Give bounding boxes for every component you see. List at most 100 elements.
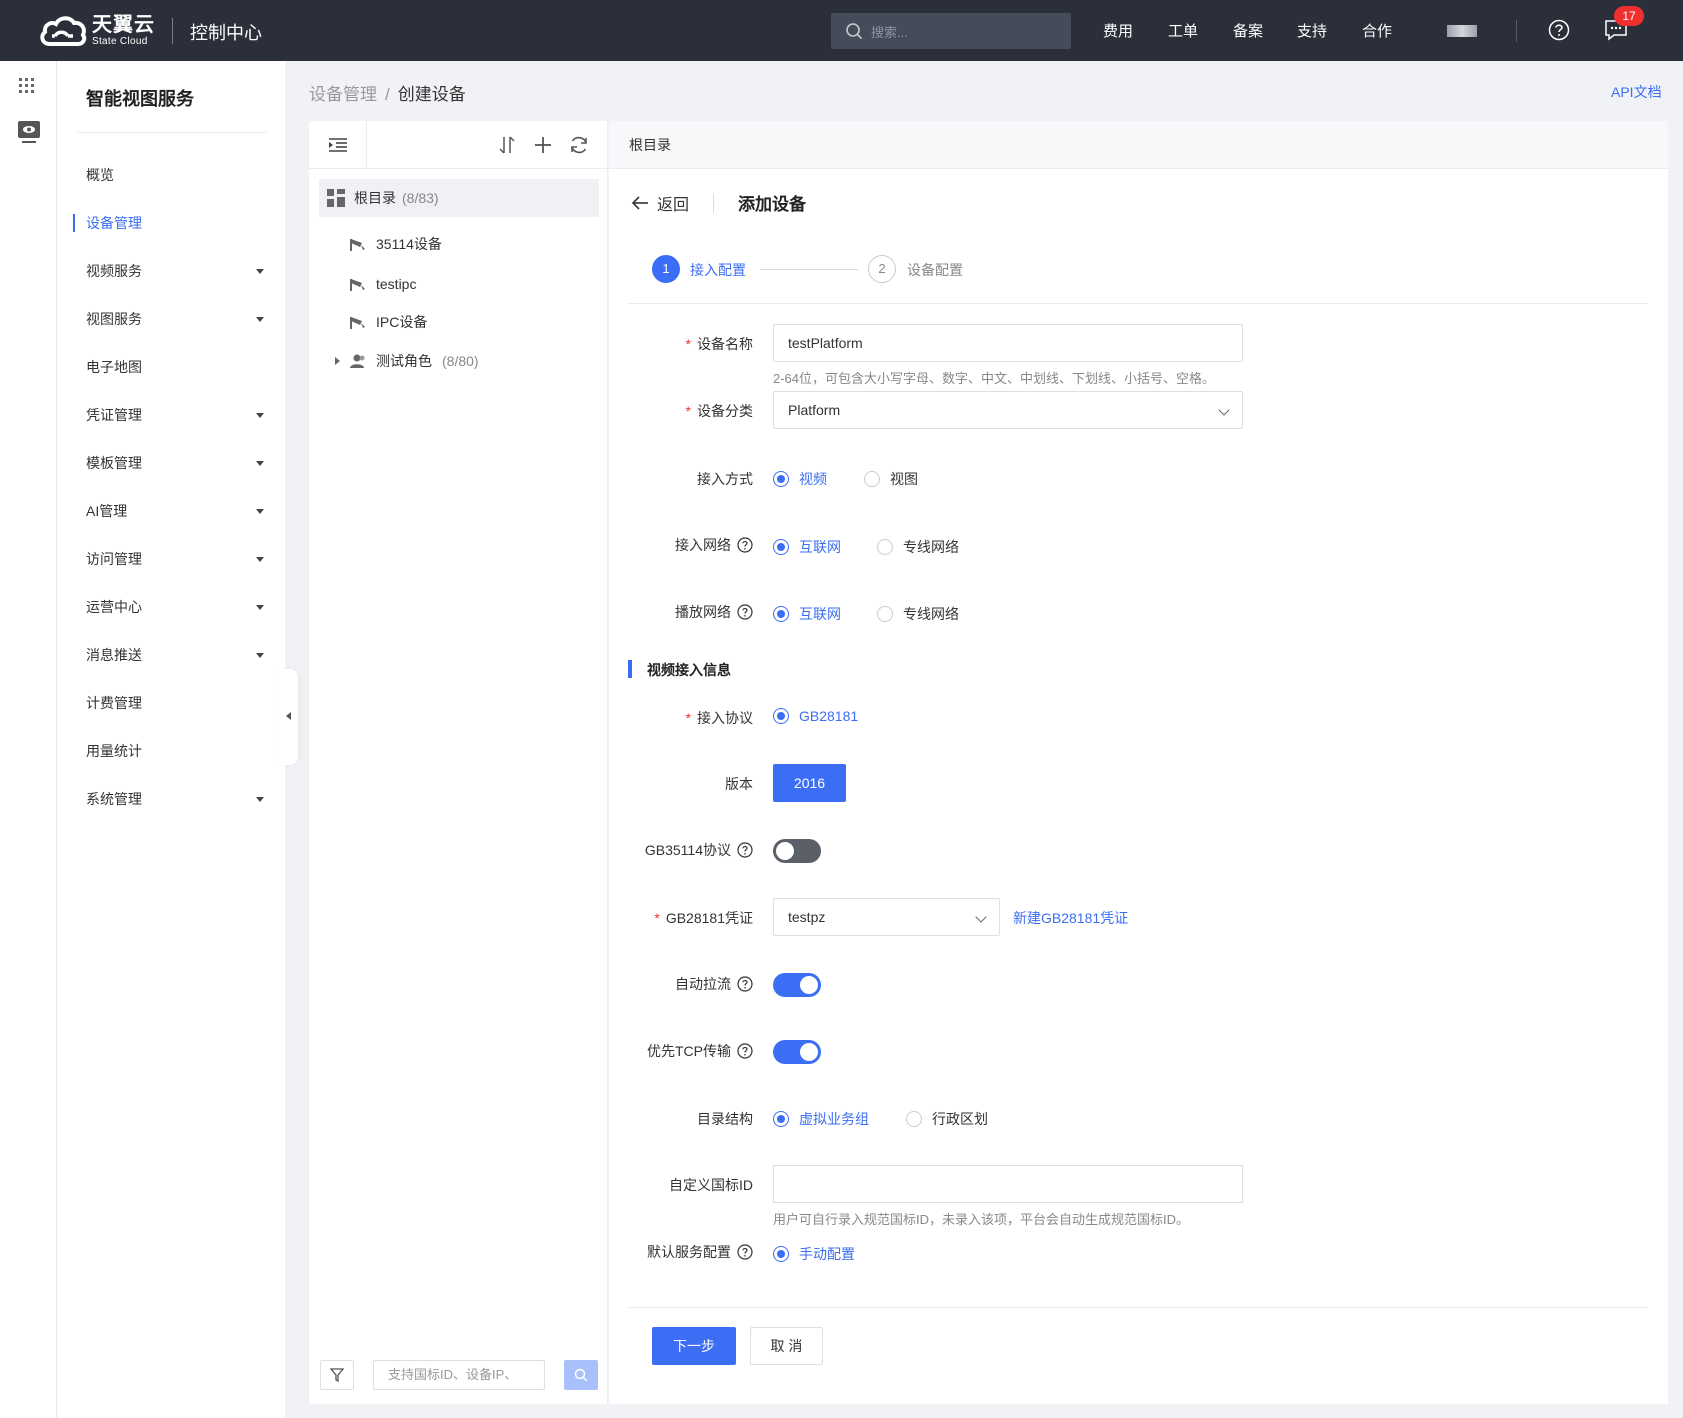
chevron-down-icon bbox=[1218, 404, 1230, 416]
user-account[interactable] bbox=[1447, 25, 1477, 37]
device-tree-panel: 根目录 (8/83) 35114设备 testipc IPC设备 测试角色 (8… bbox=[309, 121, 608, 1404]
play-network-internet-radio[interactable]: 互联网 bbox=[773, 604, 841, 624]
filter-icon bbox=[330, 1368, 344, 1382]
tree-filter-button[interactable] bbox=[320, 1360, 354, 1390]
nav-fees[interactable]: 费用 bbox=[1103, 20, 1133, 41]
top-bar: 天翼云 State Cloud 控制中心 搜索... 费用 工单 备案 支持 合… bbox=[0, 0, 1683, 61]
directory-virtual-group-radio[interactable]: 虚拟业务组 bbox=[773, 1109, 869, 1129]
tree-node-label: IPC设备 bbox=[376, 314, 428, 330]
default-service-manual-radio[interactable]: 手动配置 bbox=[773, 1244, 855, 1264]
add-icon[interactable] bbox=[534, 135, 552, 158]
nav-filing[interactable]: 备案 bbox=[1233, 20, 1263, 41]
sidebar-item-12[interactable]: 用量统计 bbox=[86, 739, 276, 763]
gb28181-credential-label: * GB28181凭证 bbox=[654, 910, 753, 926]
question-icon[interactable] bbox=[737, 1043, 753, 1059]
step-connector bbox=[760, 269, 858, 270]
tree-root-label: 根目录 bbox=[354, 190, 396, 206]
nav-support[interactable]: 支持 bbox=[1297, 20, 1327, 41]
directory-admin-region-radio[interactable]: 行政区划 bbox=[906, 1109, 988, 1129]
sidebar-item-4[interactable]: 电子地图 bbox=[86, 355, 276, 379]
nav-partner[interactable]: 合作 bbox=[1362, 20, 1392, 41]
access-mode-video-radio[interactable]: 视频 bbox=[773, 469, 827, 489]
back-button[interactable]: 返回 bbox=[631, 191, 689, 215]
sidebar-item-13[interactable]: 系统管理 bbox=[86, 787, 276, 811]
question-icon[interactable] bbox=[737, 842, 753, 858]
new-credential-link[interactable]: 新建GB28181凭证 bbox=[1013, 908, 1128, 928]
question-icon[interactable] bbox=[737, 604, 753, 620]
sidebar-item-9[interactable]: 运营中心 bbox=[86, 595, 276, 619]
sidebar-item-6[interactable]: 模板管理 bbox=[86, 451, 276, 475]
play-network-label: 播放网络 bbox=[613, 602, 753, 622]
sidebar-item-5[interactable]: 凭证管理 bbox=[86, 403, 276, 427]
tree-search-input[interactable]: 支持国标ID、设备IP、 bbox=[373, 1360, 545, 1390]
sidebar: 智能视图服务 概览设备管理视频服务视图服务电子地图凭证管理模板管理 AI管理访问管… bbox=[57, 61, 285, 1418]
tree-search-button[interactable] bbox=[564, 1360, 598, 1390]
sidebar-item-3[interactable]: 视图服务 bbox=[86, 307, 276, 331]
caret-down-icon bbox=[256, 557, 264, 562]
tree-node-testipc[interactable]: testipc bbox=[350, 273, 416, 295]
api-doc-link[interactable]: API文档 bbox=[1611, 82, 1662, 102]
version-2016-button[interactable]: 2016 bbox=[773, 764, 846, 802]
user-group-icon bbox=[350, 354, 365, 368]
breadcrumb: 设备管理 / 创建设备 bbox=[309, 80, 466, 105]
caret-down-icon bbox=[256, 605, 264, 610]
sidebar-item-11[interactable]: 计费管理 bbox=[86, 691, 276, 715]
device-name-input[interactable]: testPlatform bbox=[773, 324, 1243, 362]
play-network-private-radio[interactable]: 专线网络 bbox=[877, 604, 959, 624]
access-network-private-radio[interactable]: 专线网络 bbox=[877, 537, 959, 557]
tree-node-test-role[interactable]: 测试角色 (8/80) bbox=[350, 350, 479, 372]
access-network-internet-radio[interactable]: 互联网 bbox=[773, 537, 841, 557]
tree-menu-button[interactable] bbox=[309, 121, 367, 169]
service-title: 智能视图服务 bbox=[86, 89, 194, 109]
sidebar-item-8[interactable]: 访问管理 bbox=[86, 547, 276, 571]
question-icon[interactable] bbox=[737, 1244, 753, 1260]
sidebar-item-label: 计费管理 bbox=[86, 695, 142, 711]
tree-expand-caret-icon[interactable] bbox=[335, 357, 340, 365]
gb28181-credential-select[interactable]: testpz bbox=[773, 898, 1000, 936]
gb35114-toggle[interactable] bbox=[773, 839, 821, 863]
protocol-label: * 接入协议 bbox=[685, 710, 753, 726]
caret-down-icon bbox=[256, 317, 264, 322]
sidebar-item-10[interactable]: 消息推送 bbox=[86, 643, 276, 667]
protocol-gb28181-radio[interactable]: GB28181 bbox=[773, 708, 858, 724]
question-icon[interactable] bbox=[737, 976, 753, 992]
sort-icon[interactable] bbox=[498, 135, 516, 158]
auto-pull-toggle[interactable] bbox=[773, 973, 821, 997]
nav-tickets[interactable]: 工单 bbox=[1168, 20, 1198, 41]
console-title[interactable]: 控制中心 bbox=[190, 19, 262, 45]
logo-divider bbox=[172, 18, 173, 44]
next-step-button[interactable]: 下一步 bbox=[652, 1327, 736, 1365]
brand-name-en: State Cloud bbox=[92, 36, 148, 47]
sidebar-item-7[interactable]: AI管理 bbox=[86, 499, 276, 523]
camera-icon bbox=[350, 239, 365, 251]
sidebar-item-1[interactable]: 设备管理 bbox=[73, 211, 276, 235]
notification-badge: 17 bbox=[1614, 6, 1644, 26]
question-icon[interactable] bbox=[737, 537, 753, 553]
help-icon[interactable] bbox=[1548, 19, 1570, 44]
sidebar-item-2[interactable]: 视频服务 bbox=[86, 259, 276, 283]
chevron-down-icon bbox=[975, 911, 987, 923]
access-mode-view-radio[interactable]: 视图 bbox=[864, 469, 918, 489]
brand-logo[interactable]: 天翼云 State Cloud bbox=[38, 14, 155, 48]
custom-id-input[interactable] bbox=[773, 1165, 1243, 1203]
apps-grid-icon[interactable] bbox=[18, 77, 36, 98]
tree-node-ipc[interactable]: IPC设备 bbox=[350, 311, 427, 333]
caret-down-icon bbox=[256, 269, 264, 274]
sidebar-item-0[interactable]: 概览 bbox=[86, 163, 276, 187]
monitor-eye-icon[interactable] bbox=[18, 121, 40, 148]
dashboard-grid-icon bbox=[327, 189, 345, 207]
step-1-label: 接入配置 bbox=[690, 262, 746, 278]
breadcrumb-parent[interactable]: 设备管理 bbox=[309, 85, 377, 104]
cancel-button[interactable]: 取 消 bbox=[750, 1327, 823, 1365]
tree-root-node[interactable]: 根目录 (8/83) bbox=[319, 179, 599, 217]
tree-toolbar bbox=[309, 121, 608, 169]
refresh-icon[interactable] bbox=[569, 135, 589, 158]
tree-node-35114[interactable]: 35114设备 bbox=[350, 233, 442, 255]
device-category-select[interactable]: Platform bbox=[773, 391, 1243, 429]
sidebar-collapse-handle[interactable] bbox=[276, 669, 298, 765]
icon-rail bbox=[0, 61, 57, 1418]
brand-name: 天翼云 bbox=[92, 14, 155, 36]
prefer-tcp-toggle[interactable] bbox=[773, 1040, 821, 1064]
step-1-circle: 1 bbox=[652, 255, 680, 283]
global-search-input[interactable]: 搜索... bbox=[831, 13, 1071, 49]
